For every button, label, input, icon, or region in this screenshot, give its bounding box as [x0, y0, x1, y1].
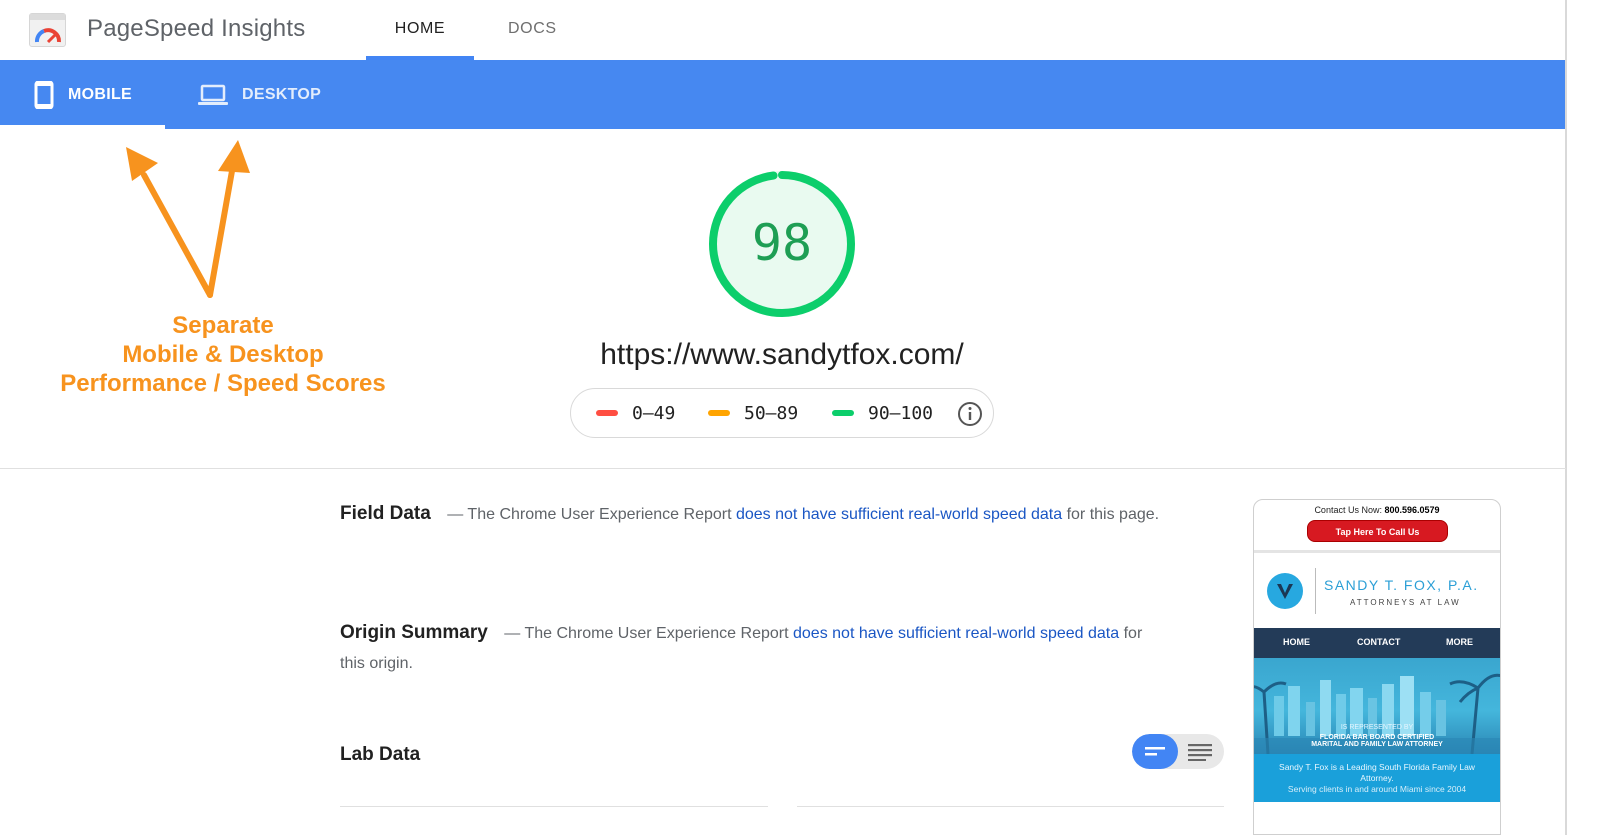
origin-summary-prefix: — The Chrome User Experience Report: [504, 625, 789, 642]
origin-summary-section: Origin Summary — The Chrome User Experie…: [340, 618, 1160, 679]
preview-phone: 800.596.0579: [1384, 505, 1440, 515]
field-data-section: Field Data — The Chrome User Experience …: [340, 499, 1160, 530]
preview-hero-line-2: FLORIDA BAR BOARD CERTIFIED MARITAL AND …: [1254, 734, 1500, 748]
score-legend: 0–49 50–89 90–100: [570, 388, 994, 438]
preview-hero-line-1-text: IS REPRESENTED BY: [1340, 724, 1414, 731]
preview-logo-divider: [1315, 568, 1316, 614]
annotation-line-2: Mobile & Desktop: [122, 341, 324, 368]
preview-separator: [1254, 550, 1500, 553]
preview-nav: HOME CONTACT MORE: [1254, 628, 1500, 658]
preview-blurb: Sandy T. Fox is a Leading South Florida …: [1254, 754, 1500, 802]
legend-swatch-poor: [596, 410, 618, 416]
laptop-icon: [198, 84, 228, 105]
pagespeed-logo-icon[interactable]: [29, 13, 66, 47]
field-data-prefix: — The Chrome User Experience Report: [447, 506, 732, 523]
active-device-indicator: [0, 125, 165, 129]
top-header: PageSpeed Insights HOME DOCS: [0, 0, 1568, 60]
nav-tab-home[interactable]: HOME: [366, 20, 474, 38]
tab-desktop[interactable]: DESKTOP: [198, 60, 321, 129]
legend-item-poor: 0–49: [596, 389, 675, 437]
legend-range: 90–100: [868, 402, 934, 424]
legend-range: 0–49: [632, 402, 676, 424]
preview-nav-more: MORE: [1446, 637, 1473, 647]
list-lines-icon[interactable]: [1188, 743, 1212, 761]
preview-hero-line-3-text: MARITAL AND FAMILY LAW ATTORNEY: [1311, 741, 1443, 748]
preview-call-button: Tap Here To Call Us: [1307, 520, 1448, 542]
field-data-suffix: for this page.: [1066, 506, 1160, 523]
view-toggle[interactable]: [1132, 734, 1224, 769]
legend-item-good: 90–100: [832, 389, 933, 437]
legend-swatch-good: [832, 410, 854, 416]
smartphone-icon: [34, 80, 54, 109]
annotation-arrows: [126, 140, 250, 298]
preview-nav-contact: CONTACT: [1357, 637, 1401, 647]
annotation-line-1: Separate: [172, 312, 274, 339]
pagespeed-page: PageSpeed Insights HOME DOCS MOBILE DESK…: [0, 0, 1600, 835]
preview-blurb-line-2: Serving clients in and around Miami sinc…: [1287, 784, 1467, 794]
legend-item-average: 50–89: [708, 389, 798, 437]
performance-score: 98: [751, 214, 813, 272]
tab-mobile-label: MOBILE: [68, 85, 133, 103]
preview-firm-name: SANDY T. FOX, P.A.: [1324, 577, 1479, 593]
preview-blurb-line-1: Sandy T. Fox is a Leading South Florida …: [1279, 762, 1475, 783]
short-lines-icon: [1145, 747, 1165, 756]
field-data-link[interactable]: does not have sufficient real-world spee…: [736, 506, 1062, 523]
preview-nav-home: HOME: [1283, 637, 1310, 647]
preview-hero-line-2-text: FLORIDA BAR BOARD CERTIFIED: [1319, 734, 1435, 741]
info-icon[interactable]: [957, 401, 983, 427]
preview-contact-label: Contact Us Now:: [1314, 505, 1382, 515]
preview-contact-line: Contact Us Now: 800.596.0579: [1254, 505, 1500, 515]
origin-summary-link[interactable]: does not have sufficient real-world spee…: [793, 625, 1119, 642]
section-divider: [0, 468, 1566, 469]
preview-firm-subtitle: ATTORNEYS AT LAW: [1350, 598, 1461, 607]
preview-hero-image: IS REPRESENTED BY FLORIDA BAR BOARD CERT…: [1254, 658, 1500, 754]
annotation-text: Separate Mobile & Desktop Performance / …: [40, 311, 406, 398]
tab-desktop-label: DESKTOP: [242, 85, 322, 103]
lab-metrics-divider-left: [340, 806, 768, 807]
field-data-heading: Field Data: [340, 503, 431, 524]
lab-metrics-divider-right: [797, 806, 1224, 807]
legend-swatch-average: [708, 410, 730, 416]
window-edge: [1565, 0, 1567, 835]
page-screenshot-preview: Contact Us Now: 800.596.0579 Tap Here To…: [1253, 499, 1501, 835]
nav-tab-docs[interactable]: DOCS: [508, 20, 557, 38]
preview-hero-line-1: IS REPRESENTED BY: [1254, 724, 1500, 731]
law-firm-emblem-icon: [1267, 573, 1303, 609]
lab-data-heading: Lab Data: [340, 744, 421, 765]
annotation-line-3: Performance / Speed Scores: [60, 370, 386, 397]
device-tab-bar: MOBILE DESKTOP: [0, 60, 1566, 129]
legend-range: 50–89: [744, 402, 799, 424]
tab-mobile[interactable]: MOBILE: [34, 60, 132, 129]
app-title: PageSpeed Insights: [87, 15, 306, 42]
origin-summary-heading: Origin Summary: [340, 622, 488, 643]
analyzed-url: https://www.sandytfox.com/: [600, 338, 964, 371]
